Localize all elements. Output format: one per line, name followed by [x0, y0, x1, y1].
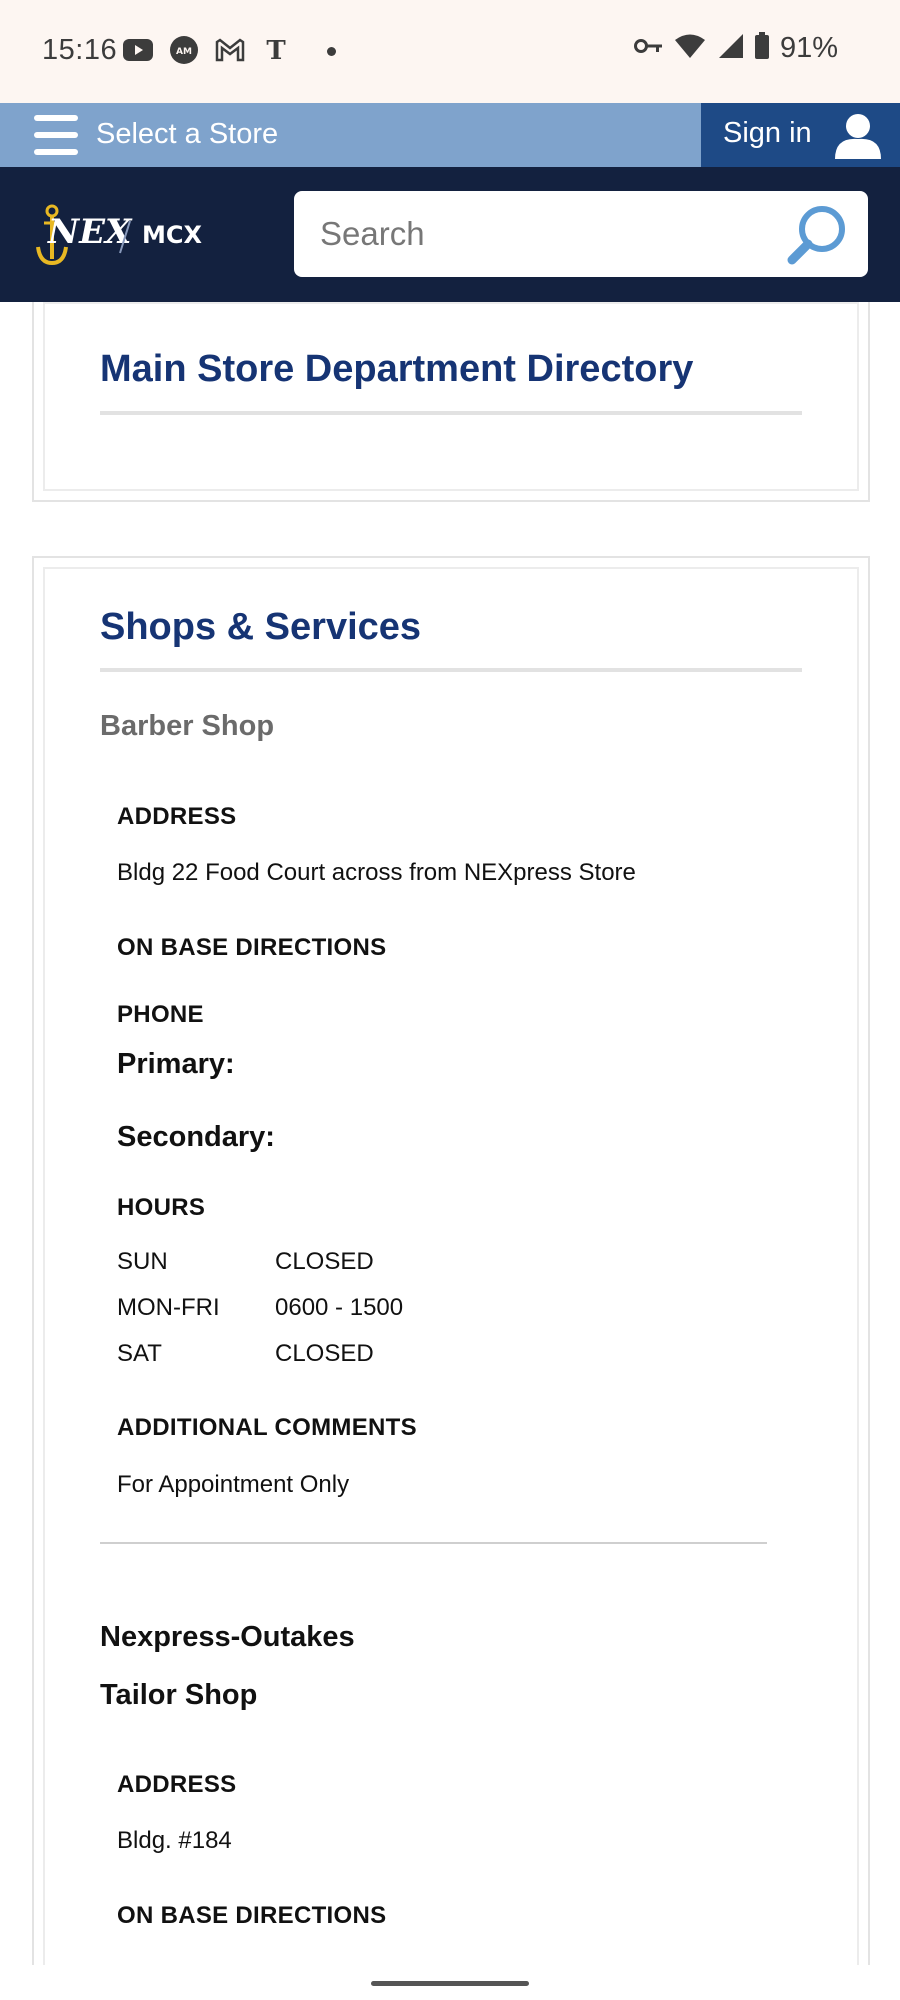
barber-shop-name[interactable]: Barber Shop	[100, 710, 274, 743]
hours-day: SAT	[117, 1340, 162, 1367]
secondary-phone-label: Secondary:	[117, 1121, 275, 1153]
primary-phone-label: Primary:	[117, 1048, 235, 1080]
svg-text:T: T	[266, 36, 286, 65]
additional-comments-label: ADDITIONAL COMMENTS	[117, 1414, 417, 1441]
search-icon[interactable]	[784, 201, 850, 267]
sign-in-label: Sign in	[723, 117, 812, 149]
hours-time: CLOSED	[275, 1340, 374, 1367]
svg-text:NEX: NEX	[47, 212, 133, 252]
hours-time: CLOSED	[275, 1248, 374, 1275]
section-divider	[100, 411, 802, 415]
address-label: ADDRESS	[117, 803, 237, 830]
department-directory-card	[32, 302, 870, 502]
department-directory-title[interactable]: Main Store Department Directory	[100, 348, 693, 391]
status-time: 15:16	[42, 34, 118, 66]
tailor-shop-name[interactable]: Tailor Shop	[100, 1679, 257, 1712]
department-directory-inner	[43, 302, 859, 491]
hours-day: SUN	[117, 1248, 168, 1275]
svg-text:AM: AM	[176, 47, 192, 57]
sign-in-button[interactable]: Sign in	[701, 103, 900, 167]
directions-label: ON BASE DIRECTIONS	[117, 1902, 387, 1929]
more-notifications-dot	[327, 47, 336, 56]
wifi-icon	[674, 33, 706, 64]
address-label: ADDRESS	[117, 1771, 237, 1798]
gmail-icon	[214, 34, 246, 66]
additional-comments-value: For Appointment Only	[117, 1471, 350, 1498]
store-bar: Select a Store Sign in	[0, 103, 900, 167]
status-notification-icons: AM T	[122, 34, 292, 66]
nex-mcx-logo[interactable]: NEX MCX	[34, 201, 234, 271]
phone-label: PHONE	[117, 1001, 204, 1028]
shops-services-title: Shops & Services	[100, 606, 422, 648]
battery-percentage: 91%	[779, 32, 838, 64]
menu-icon[interactable]	[34, 113, 80, 157]
select-store-link[interactable]: Select a Store	[96, 118, 278, 151]
address-value: Bldg. #184	[117, 1827, 232, 1854]
amex-icon: AM	[168, 34, 200, 66]
site-header: NEX MCX	[0, 167, 900, 302]
address-value: Bldg 22 Food Court across from NEXpress …	[117, 859, 636, 886]
hours-time: 0600 - 1500	[275, 1294, 404, 1321]
directions-label: ON BASE DIRECTIONS	[117, 934, 387, 961]
signal-icon	[716, 33, 744, 64]
vpn-key-icon	[633, 37, 664, 60]
gesture-handle[interactable]	[371, 1981, 529, 1986]
youtube-icon	[122, 34, 154, 66]
status-right-icons: 91%	[633, 32, 838, 65]
status-bar: 15:16 AM T 91%	[0, 0, 900, 103]
svg-text:MCX: MCX	[142, 221, 202, 249]
search-box	[294, 191, 868, 277]
hours-day: MON-FRI	[117, 1294, 220, 1321]
section-divider	[100, 668, 802, 672]
shop-divider	[100, 1542, 767, 1544]
nexpress-outakes-name[interactable]: Nexpress-Outakes	[100, 1621, 355, 1654]
hours-label: HOURS	[117, 1194, 206, 1221]
user-icon	[835, 114, 881, 159]
battery-icon	[754, 32, 770, 65]
nytimes-icon: T	[260, 34, 292, 66]
search-input[interactable]	[320, 211, 760, 257]
